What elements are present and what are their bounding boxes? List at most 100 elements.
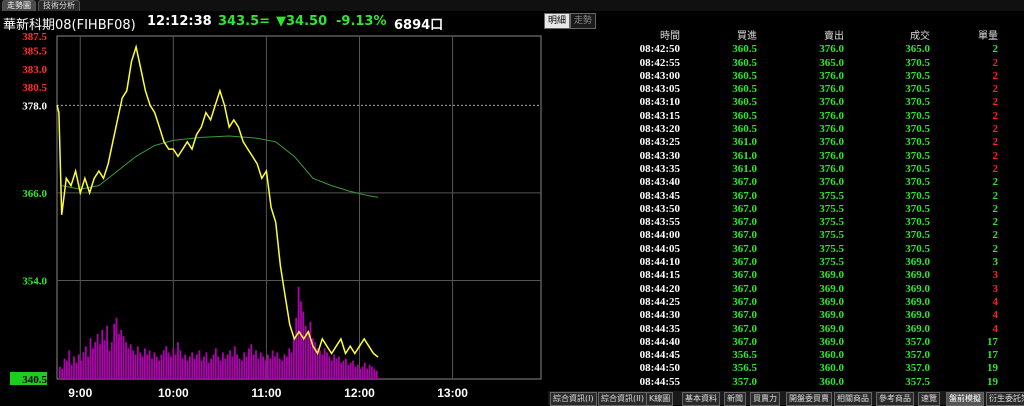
cell-time: 08:42:55 — [639, 56, 680, 69]
cell-ask: 376.0 — [819, 136, 844, 149]
volume-bar — [207, 362, 210, 379]
volume-bar — [174, 354, 177, 379]
table-row[interactable]: 08:44:35 367.0 369.0 369.0 4 — [610, 323, 1024, 336]
cell-time: 08:43:10 — [639, 96, 680, 109]
volume-bar — [319, 350, 321, 379]
bottom-tab[interactable]: 基本資料 — [682, 392, 720, 406]
cell-time: 08:43:40 — [639, 176, 680, 189]
cell-deal: 370.5 — [905, 242, 930, 255]
cell-qty: 17 — [987, 335, 998, 348]
volume-bar — [300, 301, 302, 379]
table-row[interactable]: 08:44:30 367.0 369.0 369.0 4 — [610, 309, 1024, 322]
volume-bar — [66, 360, 68, 379]
volume-bar — [191, 352, 194, 379]
table-row[interactable]: 08:43:15 360.5 376.0 370.5 2 — [610, 110, 1024, 123]
bottom-tab[interactable]: 參考商品 — [876, 392, 914, 406]
cell-bid: 367.0 — [732, 189, 757, 202]
table-row[interactable]: 08:43:40 367.0 376.0 370.5 2 — [610, 176, 1024, 189]
table-row[interactable]: 08:44:25 367.0 369.0 369.0 4 — [610, 296, 1024, 309]
volume-bar — [162, 350, 165, 379]
detail-button[interactable]: 明細 — [544, 13, 571, 29]
volume-bar — [146, 354, 149, 379]
volume-bar — [108, 350, 111, 379]
bottom-tab[interactable]: 買賣力 — [750, 392, 780, 406]
volume-bar — [87, 356, 89, 379]
trend-button[interactable]: 走勢 — [570, 13, 597, 29]
cell-deal: 369.0 — [905, 282, 930, 295]
table-row[interactable]: 08:42:55 360.5 365.0 370.5 2 — [610, 57, 1024, 70]
intraday-chart[interactable]: 387.5 385.5 383.0 380.5 378.0 366.0 354.0 340.5… — [0, 32, 548, 405]
volume-bar — [89, 338, 92, 379]
table-row[interactable]: 08:44:05 367.0 375.5 370.5 2 — [610, 243, 1024, 256]
cell-ask: 376.0 — [819, 123, 844, 136]
volume-bar — [262, 356, 264, 379]
bottom-tab[interactable]: K線圖 — [646, 392, 674, 406]
volume-bar — [368, 364, 371, 379]
cell-bid: 361.0 — [732, 162, 757, 175]
table-row[interactable]: 08:43:35 361.0 376.0 370.5 2 — [610, 163, 1024, 176]
cell-time: 08:44:55 — [639, 375, 680, 388]
volume-bar — [139, 352, 142, 379]
col-time: 時間 — [660, 31, 680, 42]
table-row[interactable]: 08:43:50 367.0 375.5 370.5 2 — [610, 203, 1024, 216]
table-row[interactable]: 08:44:50 356.5 360.0 357.0 19 — [610, 362, 1024, 375]
table-row[interactable]: 08:44:15 367.0 369.0 369.0 3 — [610, 269, 1024, 282]
table-row[interactable]: 08:43:25 361.0 376.0 370.5 2 — [610, 136, 1024, 149]
cell-bid: 360.5 — [732, 83, 757, 96]
volume-bar — [61, 368, 63, 379]
volume-bar — [283, 354, 286, 379]
table-row[interactable]: 08:44:00 367.0 375.5 370.5 2 — [610, 229, 1024, 242]
cell-time: 08:43:00 — [639, 69, 680, 82]
cell-qty: 2 — [992, 176, 999, 189]
bottom-tab[interactable]: 盤前模擬 — [946, 392, 984, 406]
volume-bar — [337, 356, 340, 379]
cell-bid: 367.0 — [732, 282, 757, 295]
price-change: ▼34.50 — [276, 14, 328, 29]
volume-bar — [248, 348, 250, 379]
bottom-tab[interactable]: 綜合資訊(I) — [550, 392, 597, 406]
table-row[interactable]: 08:42:50 360.5 376.0 365.0 2 — [610, 43, 1024, 56]
bottom-tab[interactable]: 速覽 — [918, 392, 940, 406]
bottom-tab[interactable]: 綜合資訊(II) — [598, 392, 647, 406]
table-row[interactable]: 08:43:00 360.5 376.0 370.5 2 — [610, 70, 1024, 83]
volume-bar — [373, 368, 376, 379]
cell-time: 08:43:55 — [639, 216, 680, 229]
volume-bar — [290, 352, 293, 379]
table-row[interactable]: 08:43:20 360.5 376.0 370.5 2 — [610, 123, 1024, 136]
table-row[interactable]: 08:43:10 360.5 376.0 370.5 2 — [610, 96, 1024, 109]
volume-bar — [323, 348, 326, 379]
cell-qty: 2 — [992, 96, 999, 109]
bottom-tab[interactable]: 開盤委買賣 — [786, 392, 832, 406]
table-row[interactable]: 08:44:40 367.0 369.0 357.0 17 — [610, 336, 1024, 349]
cell-deal: 357.5 — [905, 375, 930, 388]
table-row[interactable]: 08:43:30 361.0 376.0 370.5 2 — [610, 150, 1024, 163]
table-row[interactable]: 08:44:20 367.0 369.0 369.0 3 — [610, 283, 1024, 296]
cell-ask: 365.0 — [819, 56, 844, 69]
volume-bar — [231, 356, 234, 379]
bottom-tab[interactable]: 新聞 — [724, 392, 746, 406]
bottom-tab[interactable]: 相關商品 — [834, 392, 872, 406]
volume-bar — [361, 366, 364, 379]
volume-bar — [366, 368, 369, 379]
bottom-tab[interactable]: 衍生委託簿 — [986, 392, 1024, 406]
volume-bar — [198, 350, 201, 379]
cell-qty: 2 — [992, 43, 999, 56]
table-row[interactable]: 08:44:45 356.5 360.0 357.0 17 — [610, 349, 1024, 362]
volume-bar — [250, 344, 253, 379]
volume-bar — [148, 350, 151, 379]
volume-bar — [342, 360, 345, 379]
volume-bar — [101, 329, 104, 379]
table-row[interactable]: 08:44:55 357.0 360.0 357.5 19 — [610, 376, 1024, 389]
y-tick-label: 340.5 — [22, 374, 47, 386]
table-row[interactable]: 08:43:55 367.0 375.5 370.5 2 — [610, 216, 1024, 229]
volume-bar — [333, 354, 335, 379]
table-row[interactable]: 08:43:45 367.0 375.5 370.5 2 — [610, 190, 1024, 203]
volume-bar — [113, 323, 116, 379]
table-row[interactable]: 08:44:10 367.0 375.5 369.0 3 — [610, 256, 1024, 269]
volume-bar — [75, 362, 78, 379]
cell-deal: 370.5 — [905, 162, 930, 175]
table-row[interactable]: 08:43:05 360.5 376.0 370.5 2 — [610, 83, 1024, 96]
tab-trend[interactable]: 走勢圖 — [2, 0, 36, 11]
volume-bar — [167, 352, 170, 379]
tab-technical[interactable]: 技術分析 — [38, 0, 80, 11]
